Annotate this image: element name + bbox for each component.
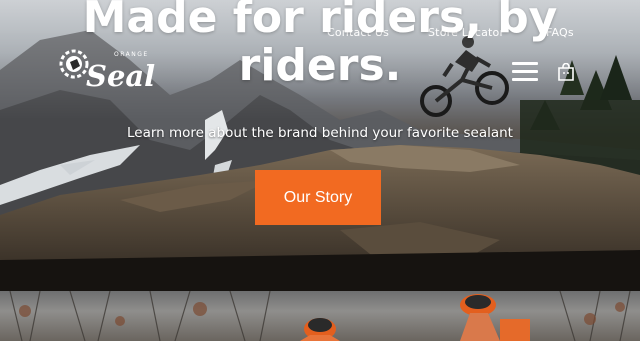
hero-headline: Made for riders, by riders. <box>82 0 558 91</box>
riders-photo <box>9 291 631 341</box>
rider-right <box>460 294 530 341</box>
rider-left <box>300 318 340 341</box>
our-story-button[interactable]: Our Story <box>255 170 381 225</box>
hamburger-menu-icon[interactable] <box>512 62 538 82</box>
shopping-bag-icon[interactable] <box>557 63 575 82</box>
hero-subheadline: Learn more about the brand behind your f… <box>127 125 513 141</box>
secondary-banner-photo <box>0 291 640 341</box>
hero-section: ORANGE Seal Contact Us Store Locator FAQ… <box>0 0 640 291</box>
